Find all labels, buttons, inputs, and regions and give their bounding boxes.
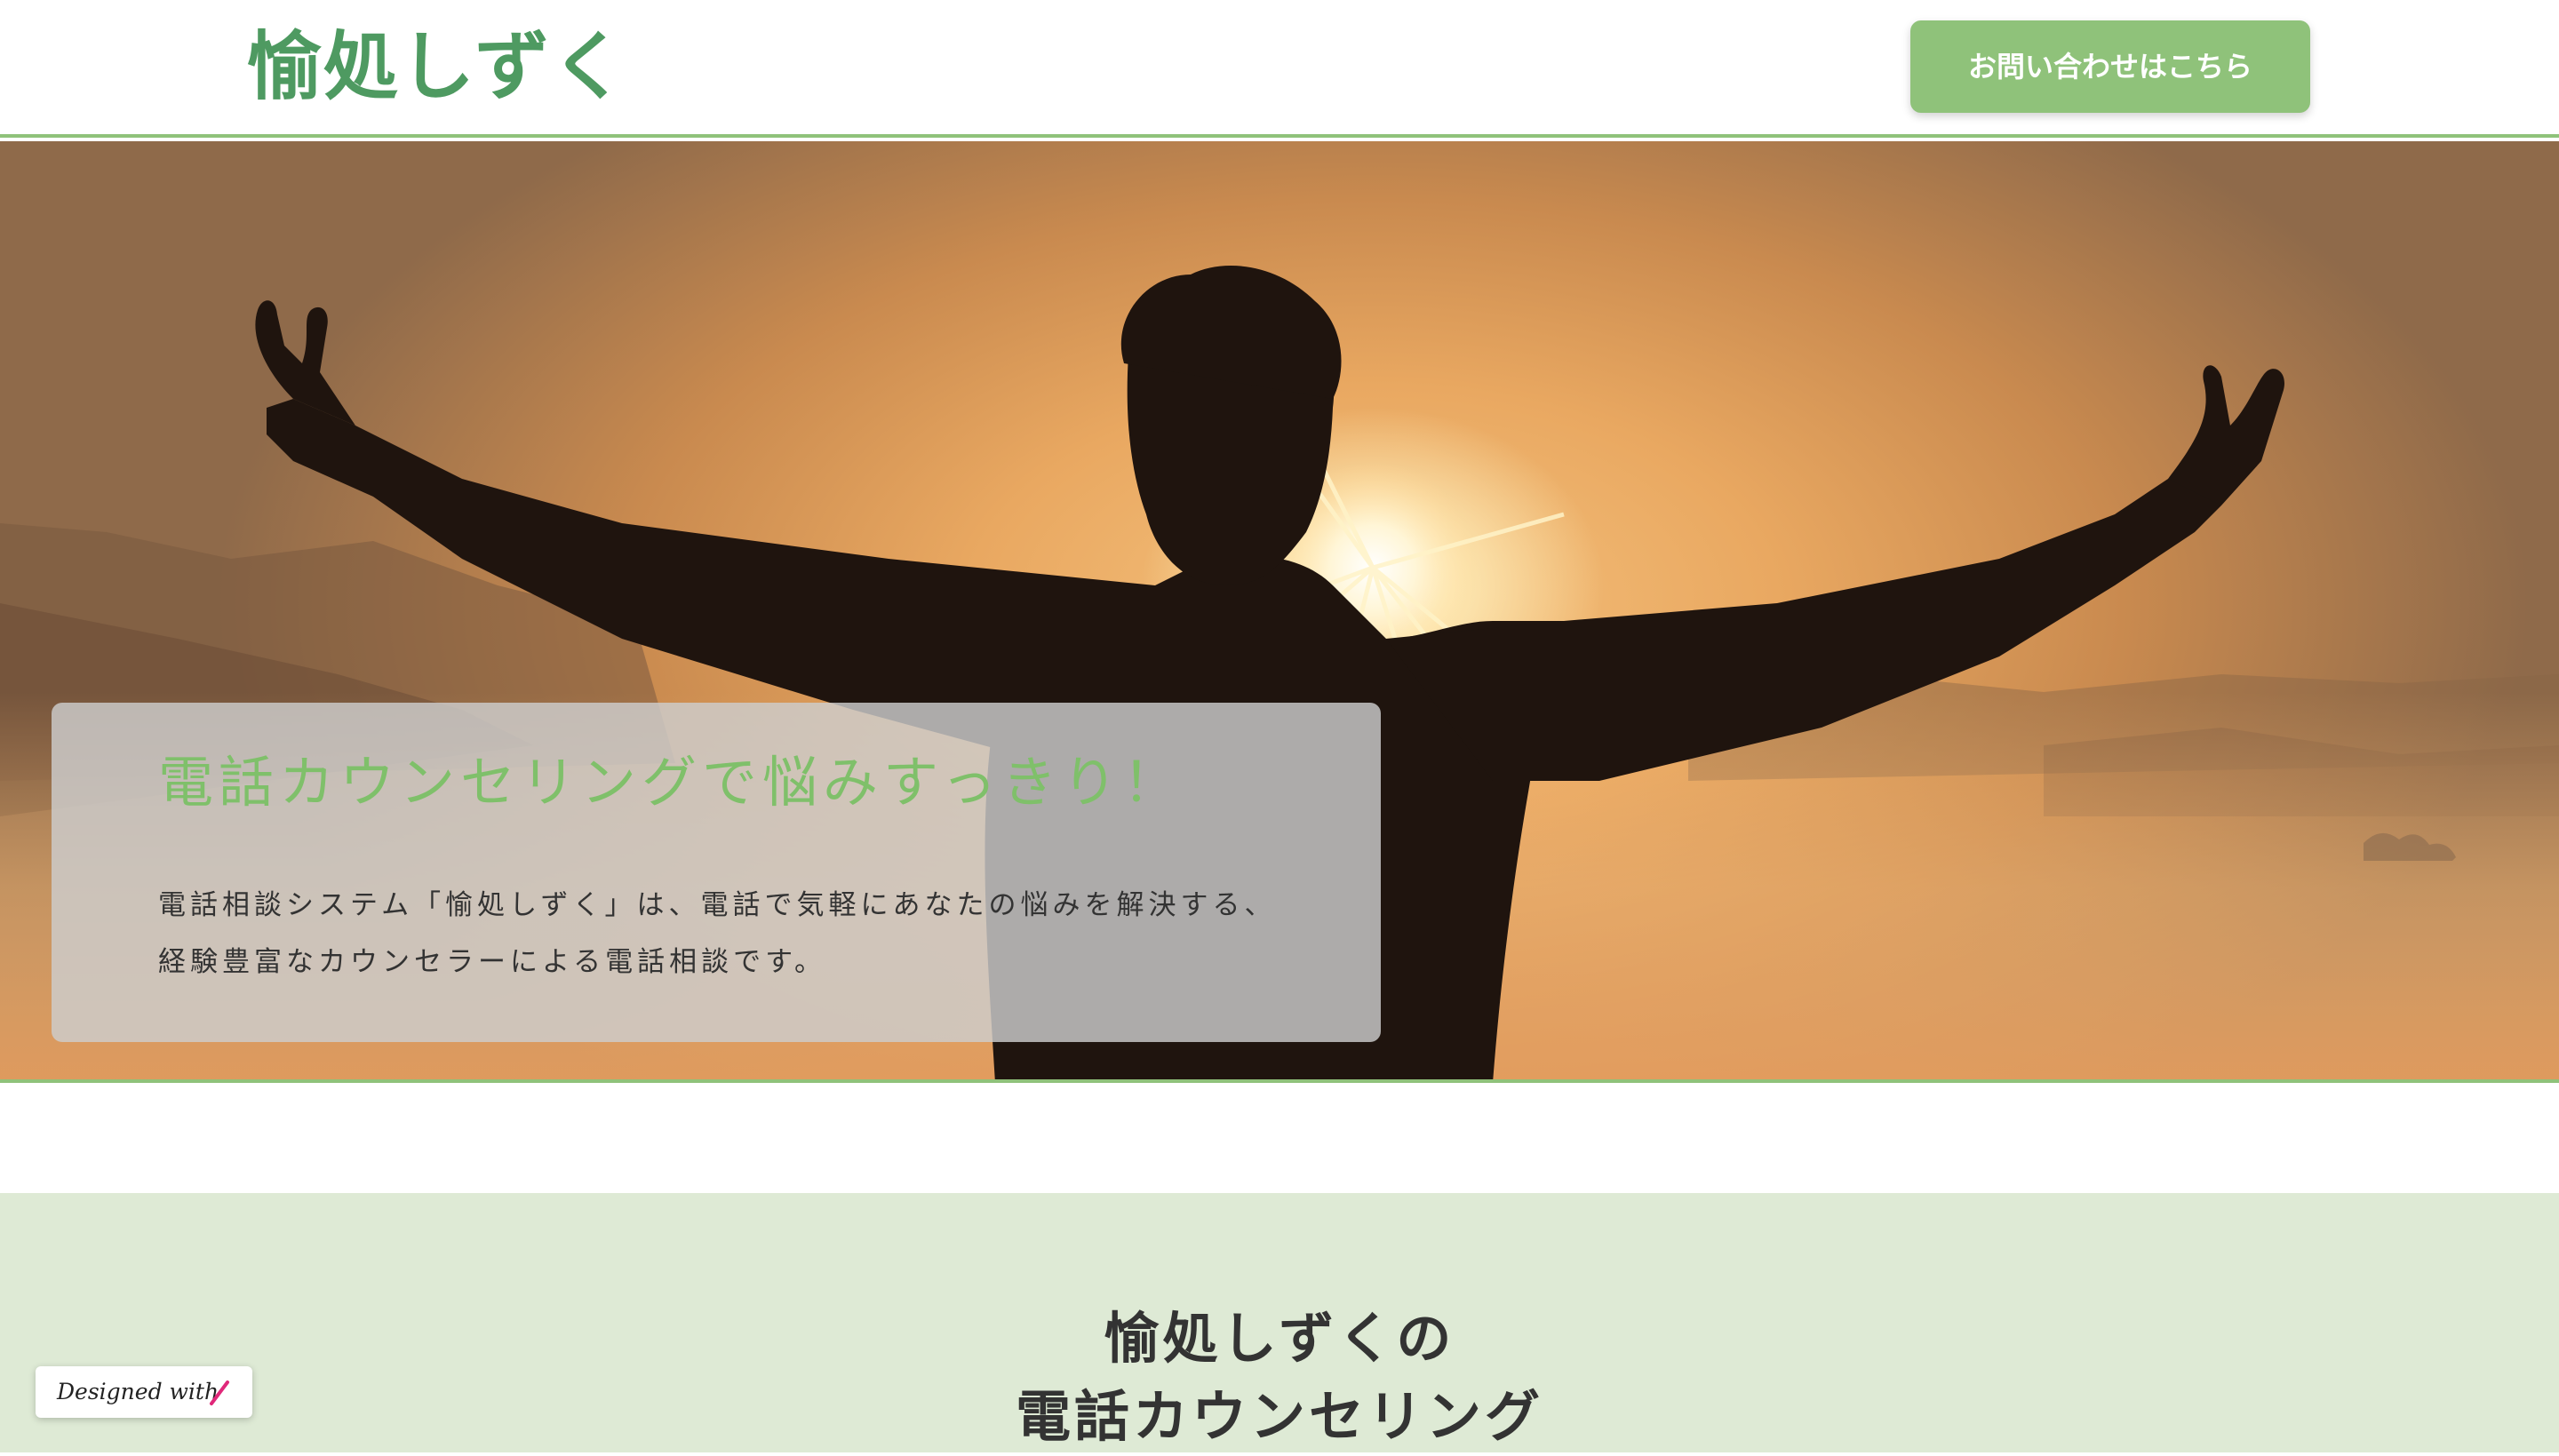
brand-slash-icon — [210, 1380, 229, 1405]
site-logo[interactable]: 愉処しずく — [247, 18, 627, 115]
badge-text: Designed with — [57, 1379, 219, 1404]
hero-card: 電話カウンセリングで悩みすっきり！ 電話相談システム「愉処しずく」は、電話で気軽… — [52, 703, 1381, 1042]
designed-with-badge[interactable]: Designed with — [36, 1366, 252, 1418]
service-section: 愉処しずくの 電話カウンセリング — [0, 1193, 2559, 1452]
hero-description-line: 経験豊富なカウンセラーによる電話相談です。 — [158, 946, 826, 978]
section-title-line: 愉処しずくの — [1104, 1306, 1455, 1371]
site-header: 愉処しずく お問い合わせはこちら — [0, 0, 2559, 138]
hero-description-line: 電話相談システム「愉処しずく」は、電話で気軽にあなたの悩みを解決する、 — [158, 889, 1277, 921]
hero-title: 電話カウンセリングで悩みすっきり！ — [158, 750, 1184, 815]
hero-banner: 電話カウンセリングで悩みすっきり！ 電話相談システム「愉処しずく」は、電話で気軽… — [0, 141, 2559, 1083]
section-title: 愉処しずくの 電話カウンセリング — [0, 1300, 2559, 1456]
section-title-line: 電話カウンセリング — [1015, 1384, 1543, 1449]
contact-button[interactable]: お問い合わせはこちら — [1910, 20, 2310, 113]
hero-description: 電話相談システム「愉処しずく」は、電話で気軽にあなたの悩みを解決する、 経験豊富… — [158, 877, 1349, 991]
